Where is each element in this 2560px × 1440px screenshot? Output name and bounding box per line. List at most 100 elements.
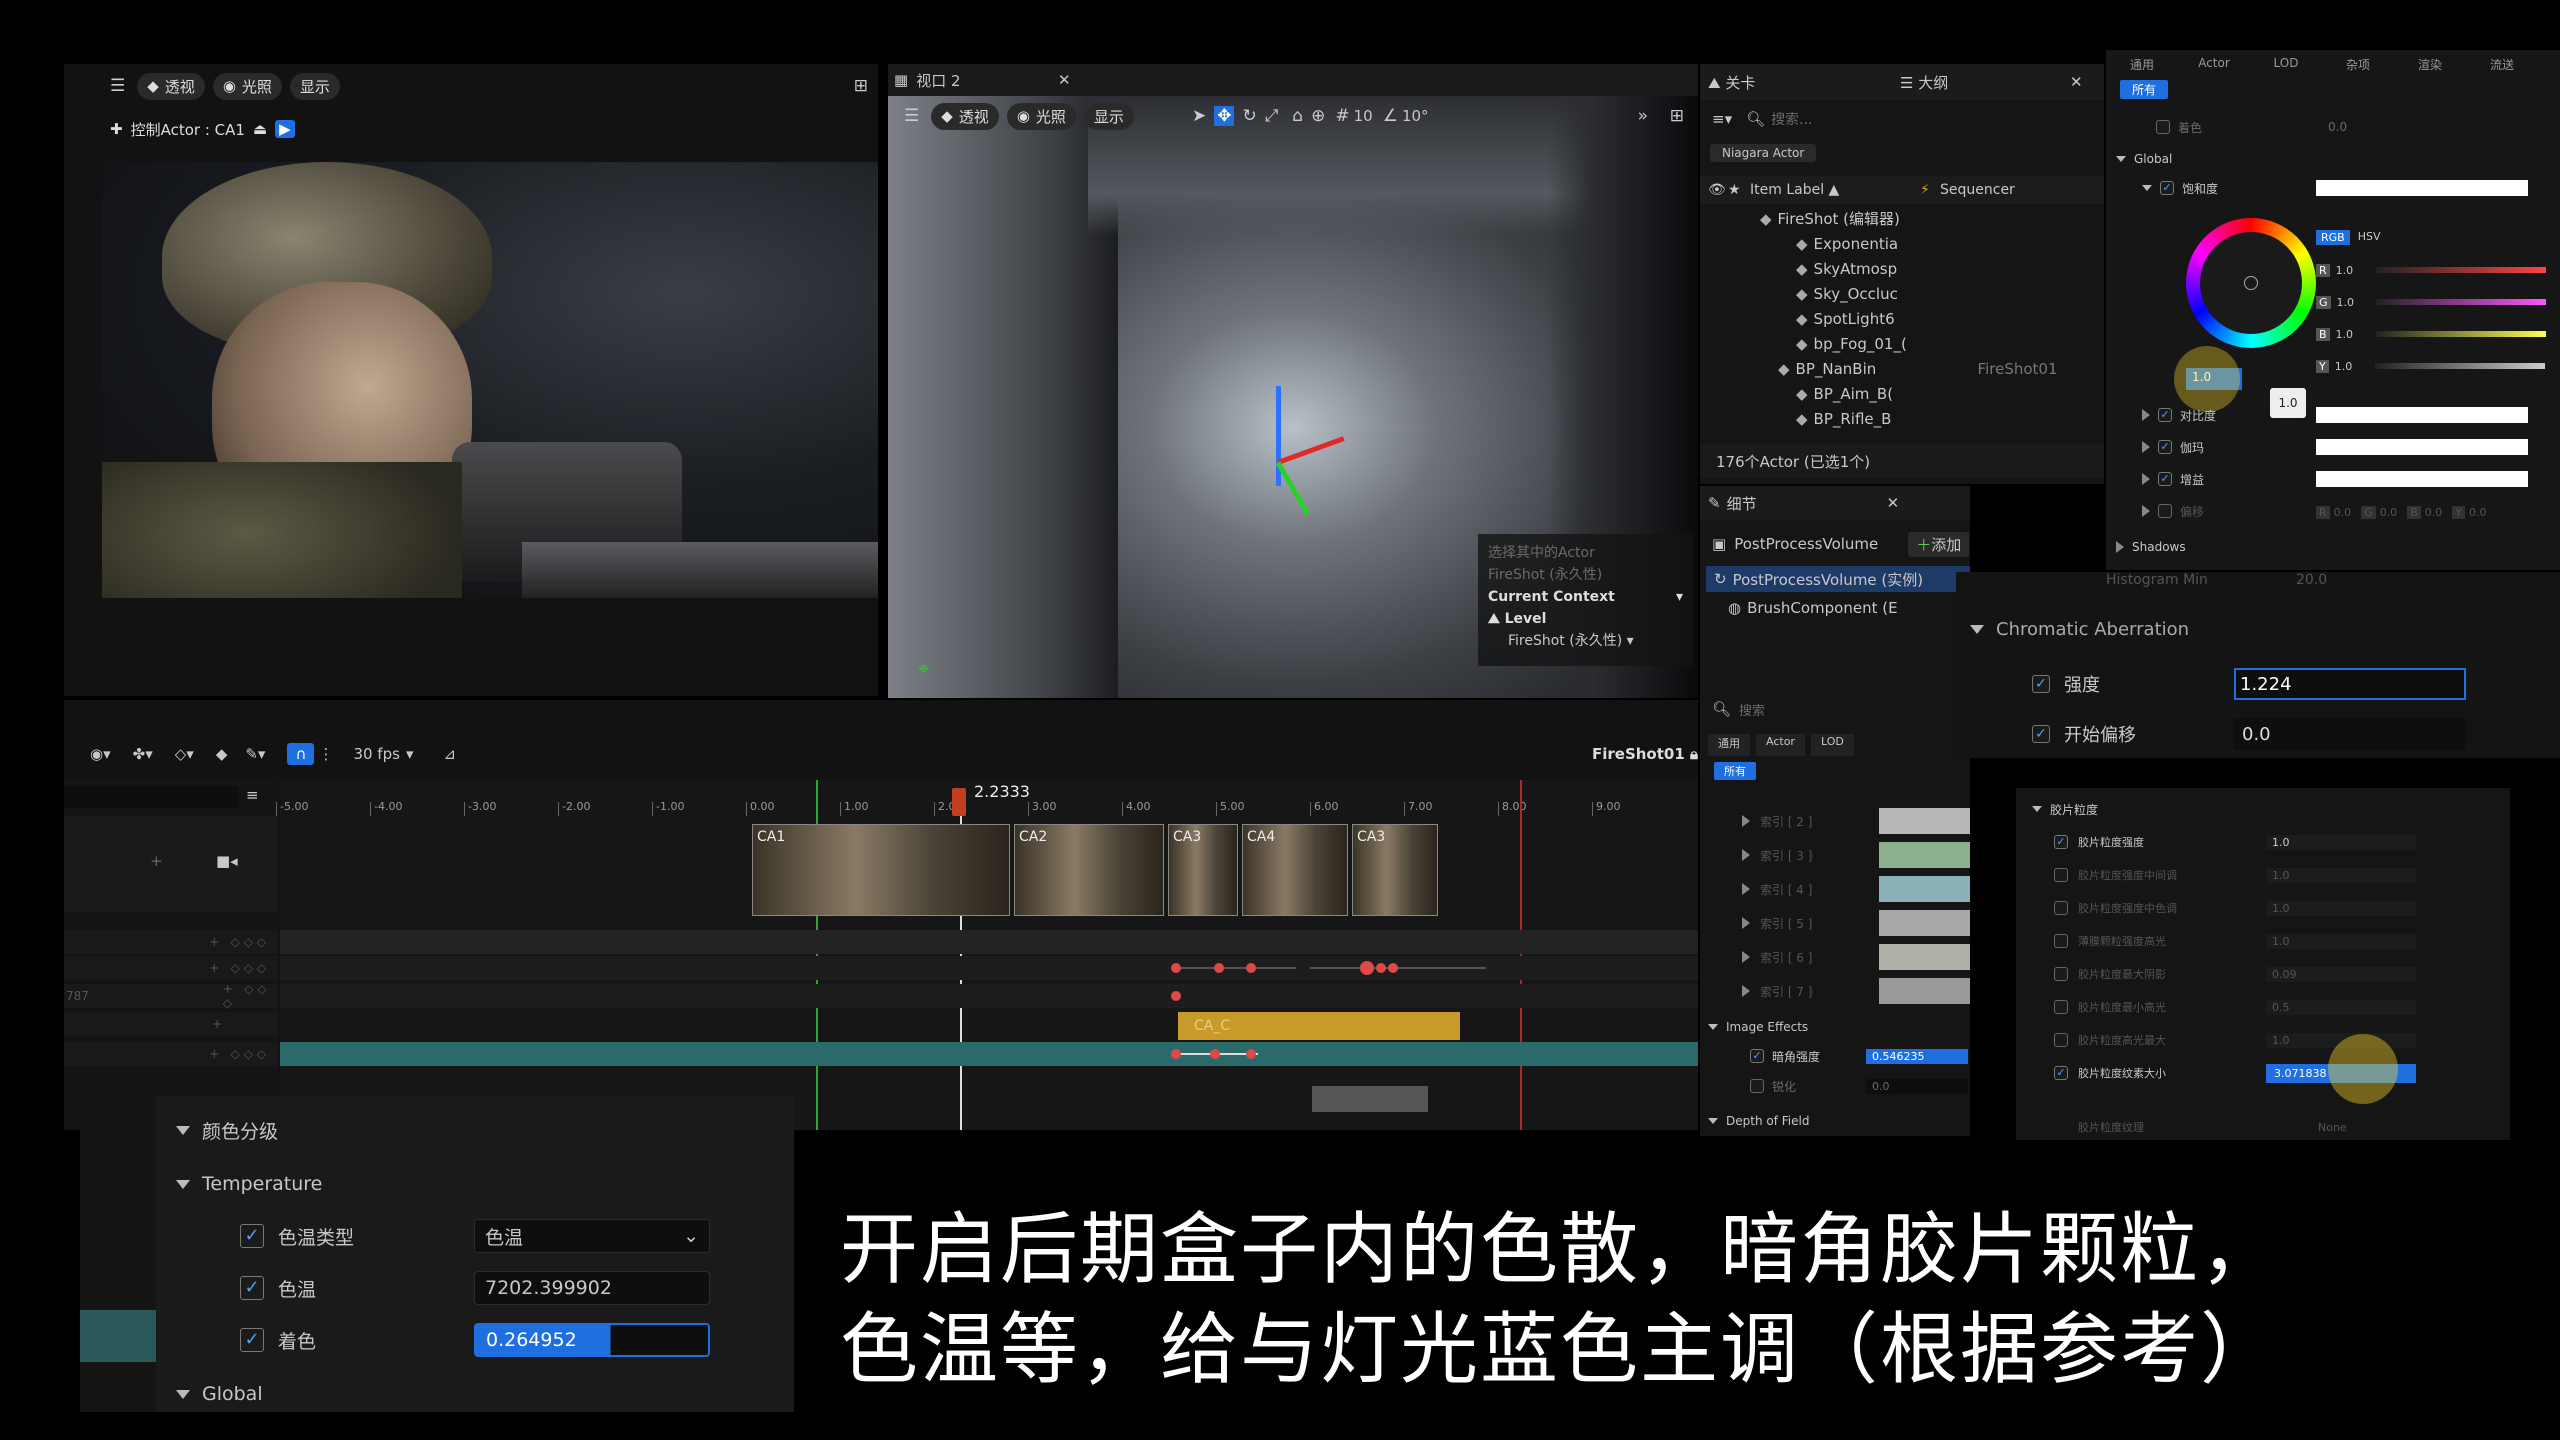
- grain-input[interactable]: 1.0: [2266, 900, 2416, 916]
- pencil-icon[interactable]: ✎▾: [245, 745, 265, 763]
- color-swatch[interactable]: [1878, 944, 1970, 970]
- filter-chip[interactable]: Niagara Actor: [1710, 144, 1817, 162]
- channel-row[interactable]: R 1.0: [2316, 258, 2546, 282]
- color-tab[interactable]: 流送: [2466, 50, 2538, 76]
- timeline-area[interactable]: -5.00 -4.00 -3.00 -2.00 -1.00 0.00 1.00 2.00 3.0…: [276, 780, 1698, 1130]
- bottom-value[interactable]: B 0.0: [2407, 506, 2442, 528]
- context-row[interactable]: Current Context ▾: [1488, 586, 1683, 608]
- tint-checkbox[interactable]: [2156, 120, 2170, 134]
- rgb-toggle[interactable]: RGB HSV: [2316, 230, 2381, 245]
- hsv-mode-button[interactable]: HSV: [2358, 230, 2381, 245]
- channel-row[interactable]: B 1.0: [2316, 322, 2546, 346]
- channel-row[interactable]: G 1.0: [2316, 290, 2546, 314]
- details-tab[interactable]: LOD: [1810, 734, 1854, 756]
- grain-checkbox[interactable]: ✓: [2054, 835, 2068, 849]
- keyframe-icon[interactable]: ◇▾: [175, 745, 194, 763]
- color-sub-checkbox[interactable]: ✓: [2158, 472, 2172, 486]
- world-icon[interactable]: ⌂: [1292, 106, 1303, 126]
- grain-texture-value[interactable]: None: [2318, 1121, 2347, 1134]
- key-icon[interactable]: ◆: [216, 745, 228, 763]
- shot-clip[interactable]: CA3: [1168, 824, 1238, 916]
- color-tab[interactable]: 杂项: [2322, 50, 2394, 76]
- viewport-1[interactable]: ☰ ◆ 透视 ◉ 光照 显示 ⊞ ✚ 控制Actor : CA1 ⏏ ▶: [64, 64, 878, 696]
- grain-input[interactable]: 1.0: [2266, 933, 2416, 949]
- outliner-item[interactable]: ◆ Sky_Occluc: [1700, 281, 2104, 306]
- tab-details[interactable]: 细节: [1727, 493, 1887, 514]
- close-icon[interactable]: ✕: [2070, 73, 2083, 91]
- outliner-item[interactable]: ◆ Exponentia: [1700, 231, 2104, 256]
- color-tab[interactable]: LOD: [2250, 50, 2322, 76]
- grain-checkbox[interactable]: ✓: [2054, 1066, 2068, 1080]
- color-sub-checkbox[interactable]: ✓: [2158, 440, 2172, 454]
- color-tab[interactable]: 通用: [2106, 50, 2178, 76]
- visibility-icon[interactable]: 👁︎: [1700, 182, 1728, 198]
- grain-section[interactable]: 胶片粒度: [2032, 798, 2098, 820]
- grain-checkbox[interactable]: [2054, 868, 2068, 882]
- shot-clip[interactable]: CA1: [752, 824, 1010, 916]
- image-effects-section[interactable]: Image Effects: [1708, 1016, 1968, 1038]
- color-swatch[interactable]: [1878, 842, 1970, 868]
- grading-global-section[interactable]: Global: [176, 1382, 263, 1406]
- color-sub-row[interactable]: ✓ 伽玛: [2106, 434, 2560, 460]
- outliner-item[interactable]: ◆ SkyAtmosp: [1700, 256, 2104, 281]
- search-input[interactable]: 搜索...: [1771, 109, 1812, 129]
- component-root[interactable]: ↻ PostProcessVolume (实例): [1706, 566, 1970, 592]
- perspective-button[interactable]: ◆ 透视: [137, 72, 205, 100]
- select-icon[interactable]: ➤: [1192, 106, 1206, 126]
- hamburger-icon[interactable]: ☰: [110, 76, 125, 96]
- channel-slider[interactable]: [2374, 363, 2545, 369]
- channel-slider[interactable]: [2376, 299, 2546, 305]
- details-index-row[interactable]: 索引 [ 4 ]: [1700, 874, 1970, 904]
- tab-level[interactable]: ⛰ 关卡: [1700, 72, 1900, 93]
- color-sub-row[interactable]: ✓ 对比度: [2106, 402, 2560, 428]
- color-swatch[interactable]: [1878, 808, 1970, 834]
- bottom-value[interactable]: R 0.0: [2316, 506, 2351, 528]
- temperature-section[interactable]: Temperature: [176, 1172, 322, 1196]
- filter-icon[interactable]: ≡: [246, 786, 259, 804]
- details-index-row[interactable]: 索引 [ 5 ]: [1700, 908, 1970, 938]
- grain-input[interactable]: 0.09: [2266, 966, 2416, 982]
- level-value-row[interactable]: FireShot (永久性) ▾: [1488, 630, 1683, 652]
- color-tab[interactable]: 渲染: [2394, 50, 2466, 76]
- grading-section[interactable]: 颜色分级: [176, 1118, 278, 1143]
- snap-magnet-icon[interactable]: ∩: [287, 743, 315, 765]
- outliner-item[interactable]: ◆ BP_NanBin FireShot01: [1700, 356, 2104, 381]
- track-row[interactable]: +: [64, 1012, 278, 1036]
- intensity-checkbox[interactable]: ✓: [2032, 675, 2050, 693]
- color-sub-swatch[interactable]: [2316, 439, 2528, 455]
- move-icon[interactable]: ✥: [1214, 106, 1235, 126]
- color-sub-swatch[interactable]: [2316, 471, 2528, 487]
- view-options-icon[interactable]: ◉▾: [90, 745, 111, 763]
- add-icon[interactable]: +: [150, 852, 163, 870]
- temp-type-dropdown[interactable]: 色温 ⌄: [474, 1219, 710, 1253]
- show-button[interactable]: 显示: [1083, 102, 1134, 130]
- keyframe-dot[interactable]: [1171, 963, 1181, 973]
- offset-input[interactable]: 0.0: [2234, 718, 2466, 750]
- grain-checkbox[interactable]: [2054, 1033, 2068, 1047]
- gizmo-y-axis[interactable]: [1275, 461, 1311, 516]
- add-button[interactable]: ＋添加: [1908, 531, 1970, 557]
- track-row[interactable]: + ◇ ◇ ◇: [64, 930, 278, 954]
- keyframe-dot[interactable]: [1388, 963, 1398, 973]
- bottom-value[interactable]: G 0.0: [2361, 506, 2397, 528]
- vignette-input[interactable]: 0.546235: [1866, 1048, 1968, 1064]
- grain-checkbox[interactable]: [2054, 1000, 2068, 1014]
- saturation-checkbox[interactable]: ✓: [2160, 181, 2174, 195]
- color-sub-checkbox[interactable]: [2158, 504, 2172, 518]
- layout-icon[interactable]: ⊞: [854, 76, 868, 96]
- sharpen-checkbox[interactable]: [1750, 1079, 1764, 1093]
- gizmo-x-axis[interactable]: [1277, 436, 1345, 465]
- chromatic-section[interactable]: Chromatic Aberration: [1970, 616, 2189, 642]
- viewport-2[interactable]: ▦ 视口 2 ✕ ⌖ ☰ ◆ 透视 ◉ 光照 显示 ➤ ✥ ↻ ⤢ ⌂ ⊕ # 10…: [888, 64, 1698, 698]
- bottom-value[interactable]: Y 0.0: [2452, 506, 2486, 528]
- keyframe-dot[interactable]: [1214, 963, 1224, 973]
- playhead-handle[interactable]: [952, 788, 966, 816]
- offset-checkbox[interactable]: ✓: [2032, 725, 2050, 743]
- more-icon[interactable]: ⋮: [318, 745, 333, 763]
- color-swatch[interactable]: [1878, 978, 1970, 1004]
- keyframe-dot[interactable]: [1171, 1049, 1181, 1059]
- grain-input[interactable]: 1.0: [2266, 867, 2416, 883]
- shot-clip[interactable]: CA4: [1242, 824, 1348, 916]
- color-sub-row[interactable]: ✓ 增益: [2106, 466, 2560, 492]
- event-bar[interactable]: CA_C: [1178, 1012, 1460, 1040]
